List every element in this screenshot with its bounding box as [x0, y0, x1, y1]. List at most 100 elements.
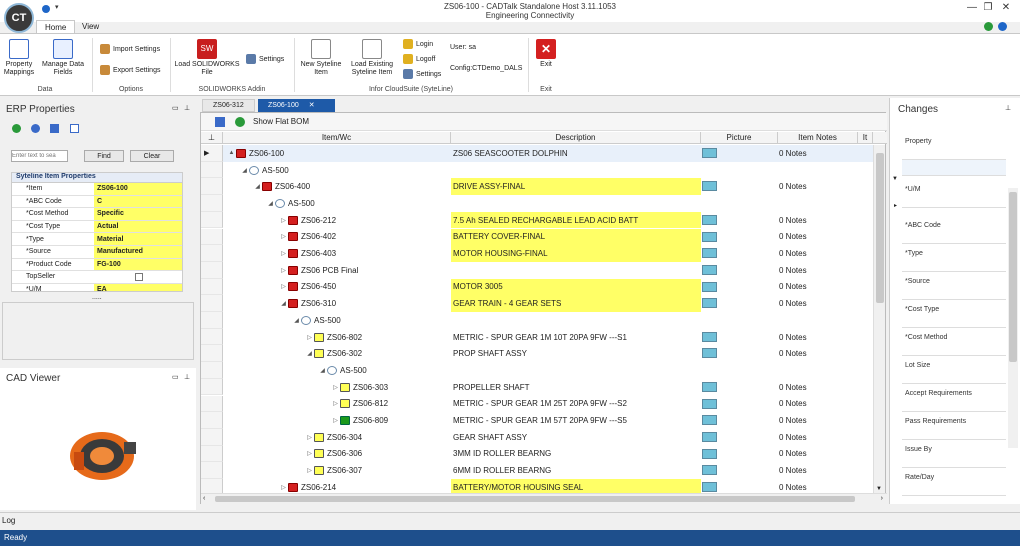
change-row[interactable]: *U/M — [902, 180, 1006, 208]
table-row[interactable]: ▷ ZS06-304 GEAR SHAFT ASSY 0 Notes — [201, 428, 873, 446]
change-row[interactable]: *ABC Code — [902, 216, 1006, 244]
cad-model-view[interactable] — [60, 416, 148, 492]
property-value[interactable]: Material — [94, 233, 182, 245]
app-logo[interactable]: CT — [4, 3, 34, 33]
row-selector[interactable] — [201, 362, 223, 379]
table-row[interactable]: ▶ ▲ ZS06-100 ZS06 SEASCOOTER DOLPHIN 0 Notes — [201, 145, 873, 162]
collapse-icon[interactable]: ▲ — [227, 150, 236, 156]
expand-icon[interactable]: ▷ — [279, 267, 288, 274]
clear-button[interactable]: Clear — [130, 150, 174, 162]
notes-cell[interactable]: 0 Notes — [779, 379, 807, 396]
notes-cell[interactable]: 0 Notes — [779, 178, 807, 195]
save-icon[interactable] — [215, 117, 225, 127]
expand-icon[interactable]: ▷ — [331, 400, 340, 407]
property-row[interactable]: *Source Manufactured — [12, 245, 182, 259]
expand-icon[interactable]: ▷ — [305, 434, 314, 441]
thumbnail-icon[interactable] — [702, 398, 717, 409]
doc-tab-zs06-100[interactable]: ZS06-100 ✕ — [258, 99, 335, 112]
thumbnail-icon[interactable] — [702, 148, 717, 158]
row-selector[interactable] — [201, 295, 223, 312]
notes-cell[interactable]: 0 Notes — [779, 429, 807, 446]
pin-icon[interactable]: ⊥ — [201, 132, 223, 144]
row-selector[interactable] — [201, 328, 223, 346]
change-row[interactable]: Pass Requirements — [902, 412, 1006, 440]
row-selector-icon[interactable]: ▼ — [892, 176, 898, 182]
minimize-icon[interactable]: — — [964, 2, 980, 13]
row-selector[interactable] — [201, 428, 223, 446]
scroll-thumb[interactable] — [876, 153, 884, 303]
thumbnail-icon[interactable] — [702, 448, 717, 459]
expand-icon[interactable]: ▷ — [279, 484, 288, 491]
row-selector[interactable] — [201, 395, 223, 413]
close-icon[interactable]: ✕ — [998, 2, 1014, 13]
row-selector[interactable] — [201, 195, 223, 212]
table-row[interactable]: ▷ ZS06-802 METRIC - SPUR GEAR 1M 10T 20PA … — [201, 328, 873, 346]
thumbnail-icon[interactable] — [702, 281, 717, 292]
expand-icon[interactable]: ▷ — [279, 233, 288, 240]
scroll-left-icon[interactable]: ‹ — [203, 495, 205, 502]
notes-cell[interactable]: 0 Notes — [779, 462, 807, 479]
load-existing-syteline-item-button[interactable]: Load Existing Syteline Item — [346, 39, 398, 77]
login-button[interactable]: Login — [403, 39, 433, 49]
notes-cell[interactable]: 0 Notes — [779, 229, 807, 246]
table-row[interactable]: ▷ ZS06-809 METRIC - SPUR GEAR 1M 57T 20PA … — [201, 412, 873, 429]
export-settings-button[interactable]: Export Settings — [100, 65, 160, 75]
table-row[interactable]: ◢ AS-500 — [201, 195, 873, 212]
thumbnail-icon[interactable] — [702, 181, 717, 192]
property-value[interactable]: Manufactured — [94, 245, 182, 258]
table-row[interactable]: ▷ ZS06-450 MOTOR 3005 0 Notes — [201, 278, 873, 296]
property-value[interactable]: EA — [94, 283, 182, 291]
change-row[interactable]: *Source — [902, 272, 1006, 300]
property-value[interactable]: C — [94, 195, 182, 208]
notes-cell[interactable]: 0 Notes — [779, 479, 807, 493]
collapse-icon[interactable]: ◢ — [253, 183, 262, 190]
property-value[interactable]: ZS06-100 — [94, 183, 182, 195]
expand-icon[interactable]: ▷ — [331, 417, 340, 424]
property-row[interactable]: *Type Material — [12, 233, 182, 246]
scroll-down-icon[interactable]: ▼ — [876, 486, 882, 492]
notes-cell[interactable]: 0 Notes — [779, 329, 807, 346]
table-row[interactable]: ▷ ZS06-306 3MM ID ROLLER BEARNG 0 Notes — [201, 445, 873, 463]
row-selector[interactable] — [201, 479, 223, 493]
table-row[interactable]: ◢ AS-500 — [201, 161, 873, 179]
table-row[interactable]: ◢ ZS06-302 PROP SHAFT ASSY 0 Notes — [201, 345, 873, 363]
row-selector[interactable] — [201, 278, 223, 296]
property-row[interactable]: *ABC Code C — [12, 195, 182, 209]
row-selector[interactable] — [201, 245, 223, 262]
column-picture[interactable]: Picture — [701, 132, 778, 144]
column-it[interactable]: It — [858, 132, 873, 144]
close-tab-icon[interactable]: ✕ — [309, 102, 315, 109]
change-row[interactable]: *Type — [902, 244, 1006, 272]
thumbnail-icon[interactable] — [702, 248, 717, 259]
table-row[interactable]: ▷ ZS06-812 METRIC - SPUR GEAR 1M 25T 20PA … — [201, 395, 873, 413]
pin-icon[interactable]: ⊥ — [184, 104, 190, 112]
row-selector[interactable] — [201, 378, 223, 396]
property-row[interactable]: *U/M EA — [12, 283, 182, 291]
log-tab[interactable]: Log — [2, 516, 15, 525]
thumbnail-icon[interactable] — [702, 465, 717, 476]
notes-cell[interactable]: 0 Notes — [779, 212, 807, 229]
property-mappings-button[interactable]: Property Mappings — [3, 39, 35, 77]
pin-icon[interactable]: ⊥ — [1005, 104, 1011, 112]
scroll-thumb[interactable] — [1009, 192, 1017, 362]
property-value[interactable] — [94, 271, 182, 283]
expand-icon[interactable]: ▷ — [305, 450, 314, 457]
property-value[interactable]: Actual — [94, 220, 182, 233]
exit-button[interactable]: ✕ Exit — [533, 39, 559, 69]
show-flat-bom-button[interactable]: Show Flat BOM — [253, 117, 309, 126]
vertical-scrollbar[interactable]: ▼ — [873, 145, 885, 493]
table-row[interactable]: ▷ ZS06-303 PROPELLER SHAFT 0 Notes — [201, 378, 873, 396]
row-selector[interactable] — [201, 178, 223, 196]
notes-cell[interactable]: 0 Notes — [779, 279, 807, 296]
scroll-thumb[interactable] — [215, 496, 855, 502]
row-selector[interactable]: ▶ — [201, 145, 223, 162]
property-row[interactable]: *Cost Type Actual — [12, 220, 182, 234]
row-selector[interactable] — [201, 412, 223, 429]
property-row[interactable]: TopSeller — [12, 271, 182, 284]
notes-cell[interactable]: 0 Notes — [779, 262, 807, 279]
quick-access-dropdown-icon[interactable]: ▾ — [55, 3, 59, 11]
row-selector[interactable] — [201, 211, 223, 229]
changes-scrollbar[interactable] — [1008, 188, 1018, 448]
thumbnail-icon[interactable] — [702, 264, 717, 275]
table-row[interactable]: ◢ ZS06-400 DRIVE ASSY-FINAL 0 Notes — [201, 178, 873, 196]
